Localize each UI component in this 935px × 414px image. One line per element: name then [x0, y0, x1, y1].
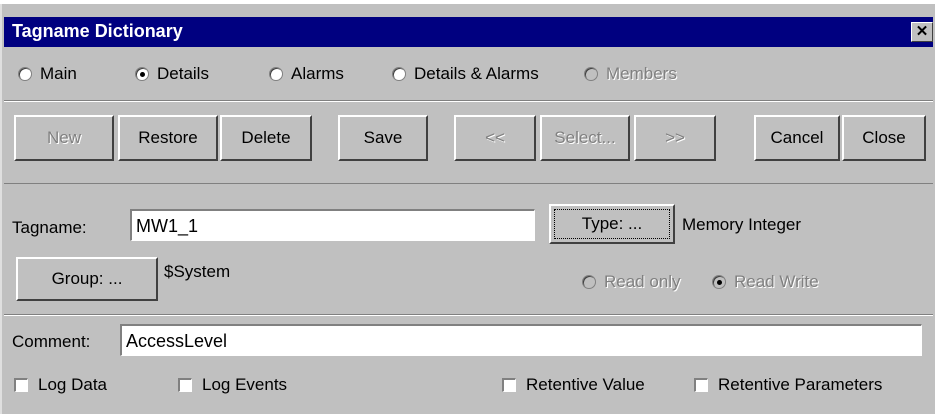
checkbox-label: Log Events	[202, 375, 288, 394]
radio-label: Read only	[604, 272, 681, 291]
radio-dot	[269, 67, 283, 81]
checkbox-box	[14, 378, 28, 392]
radio-dot	[582, 275, 596, 289]
radio-members[interactable]: Members	[584, 64, 677, 84]
radio-dot-selected	[712, 275, 726, 289]
log-events-checkbox[interactable]: Log Events	[178, 375, 287, 395]
close-icon: ✕	[915, 23, 929, 40]
radio-read-write[interactable]: Read Write	[712, 272, 819, 292]
radio-dot	[392, 67, 406, 81]
save-button[interactable]: Save	[338, 115, 428, 161]
close-button[interactable]: Close	[842, 115, 926, 161]
radio-main[interactable]: Main	[18, 64, 77, 84]
checkbox-box	[178, 378, 192, 392]
radio-dot	[18, 67, 32, 81]
radio-read-only[interactable]: Read only	[582, 272, 681, 292]
comment-input[interactable]: AccessLevel	[120, 324, 922, 356]
radio-dot	[584, 67, 598, 81]
retentive-parameters-checkbox[interactable]: Retentive Parameters	[694, 375, 882, 395]
tagname-label: Tagname:	[12, 218, 87, 237]
window-title: Tagname Dictionary	[12, 21, 183, 41]
divider	[4, 314, 933, 316]
type-value: Memory Integer	[682, 215, 802, 234]
toolbar: New Restore Delete Save << Select... >> …	[4, 100, 933, 184]
group-value: $System	[164, 262, 231, 281]
radio-label: Main	[40, 64, 77, 83]
view-radio-group: Main Details Alarms Details & Alarms Mem…	[2, 56, 935, 96]
radio-label: Details	[157, 64, 209, 83]
cancel-button[interactable]: Cancel	[754, 115, 840, 161]
group-button[interactable]: Group: ...	[16, 257, 158, 301]
checkbox-box	[502, 378, 516, 392]
close-window-button[interactable]: ✕	[911, 22, 933, 42]
restore-button[interactable]: Restore	[118, 115, 218, 161]
radio-dot-selected	[135, 67, 149, 81]
select-button[interactable]: Select...	[540, 115, 630, 161]
delete-button[interactable]: Delete	[220, 115, 312, 161]
title-bar: Tagname Dictionary ✕	[4, 17, 933, 47]
next-button[interactable]: >>	[634, 115, 716, 161]
tagname-input[interactable]: MW1_1	[130, 209, 535, 241]
radio-details[interactable]: Details	[135, 64, 209, 84]
radio-details-alarms[interactable]: Details & Alarms	[392, 64, 539, 84]
radio-alarms[interactable]: Alarms	[269, 64, 344, 84]
radio-label: Members	[606, 64, 677, 83]
checkbox-label: Log Data	[38, 375, 107, 394]
checkbox-label: Retentive Value	[526, 375, 645, 394]
type-button[interactable]: Type: ...	[549, 204, 675, 244]
checkbox-box	[694, 378, 708, 392]
radio-label: Alarms	[291, 64, 344, 83]
radio-label: Read Write	[734, 272, 819, 291]
tagname-dictionary-window: Tagname Dictionary ✕ Main Details Alarms…	[0, 4, 935, 414]
checkbox-label: Retentive Parameters	[718, 375, 883, 394]
new-button[interactable]: New	[14, 115, 114, 161]
retentive-value-checkbox[interactable]: Retentive Value	[502, 375, 645, 395]
log-data-checkbox[interactable]: Log Data	[14, 375, 107, 395]
radio-label: Details & Alarms	[414, 64, 539, 83]
comment-label: Comment:	[12, 332, 91, 351]
previous-button[interactable]: <<	[454, 115, 536, 161]
